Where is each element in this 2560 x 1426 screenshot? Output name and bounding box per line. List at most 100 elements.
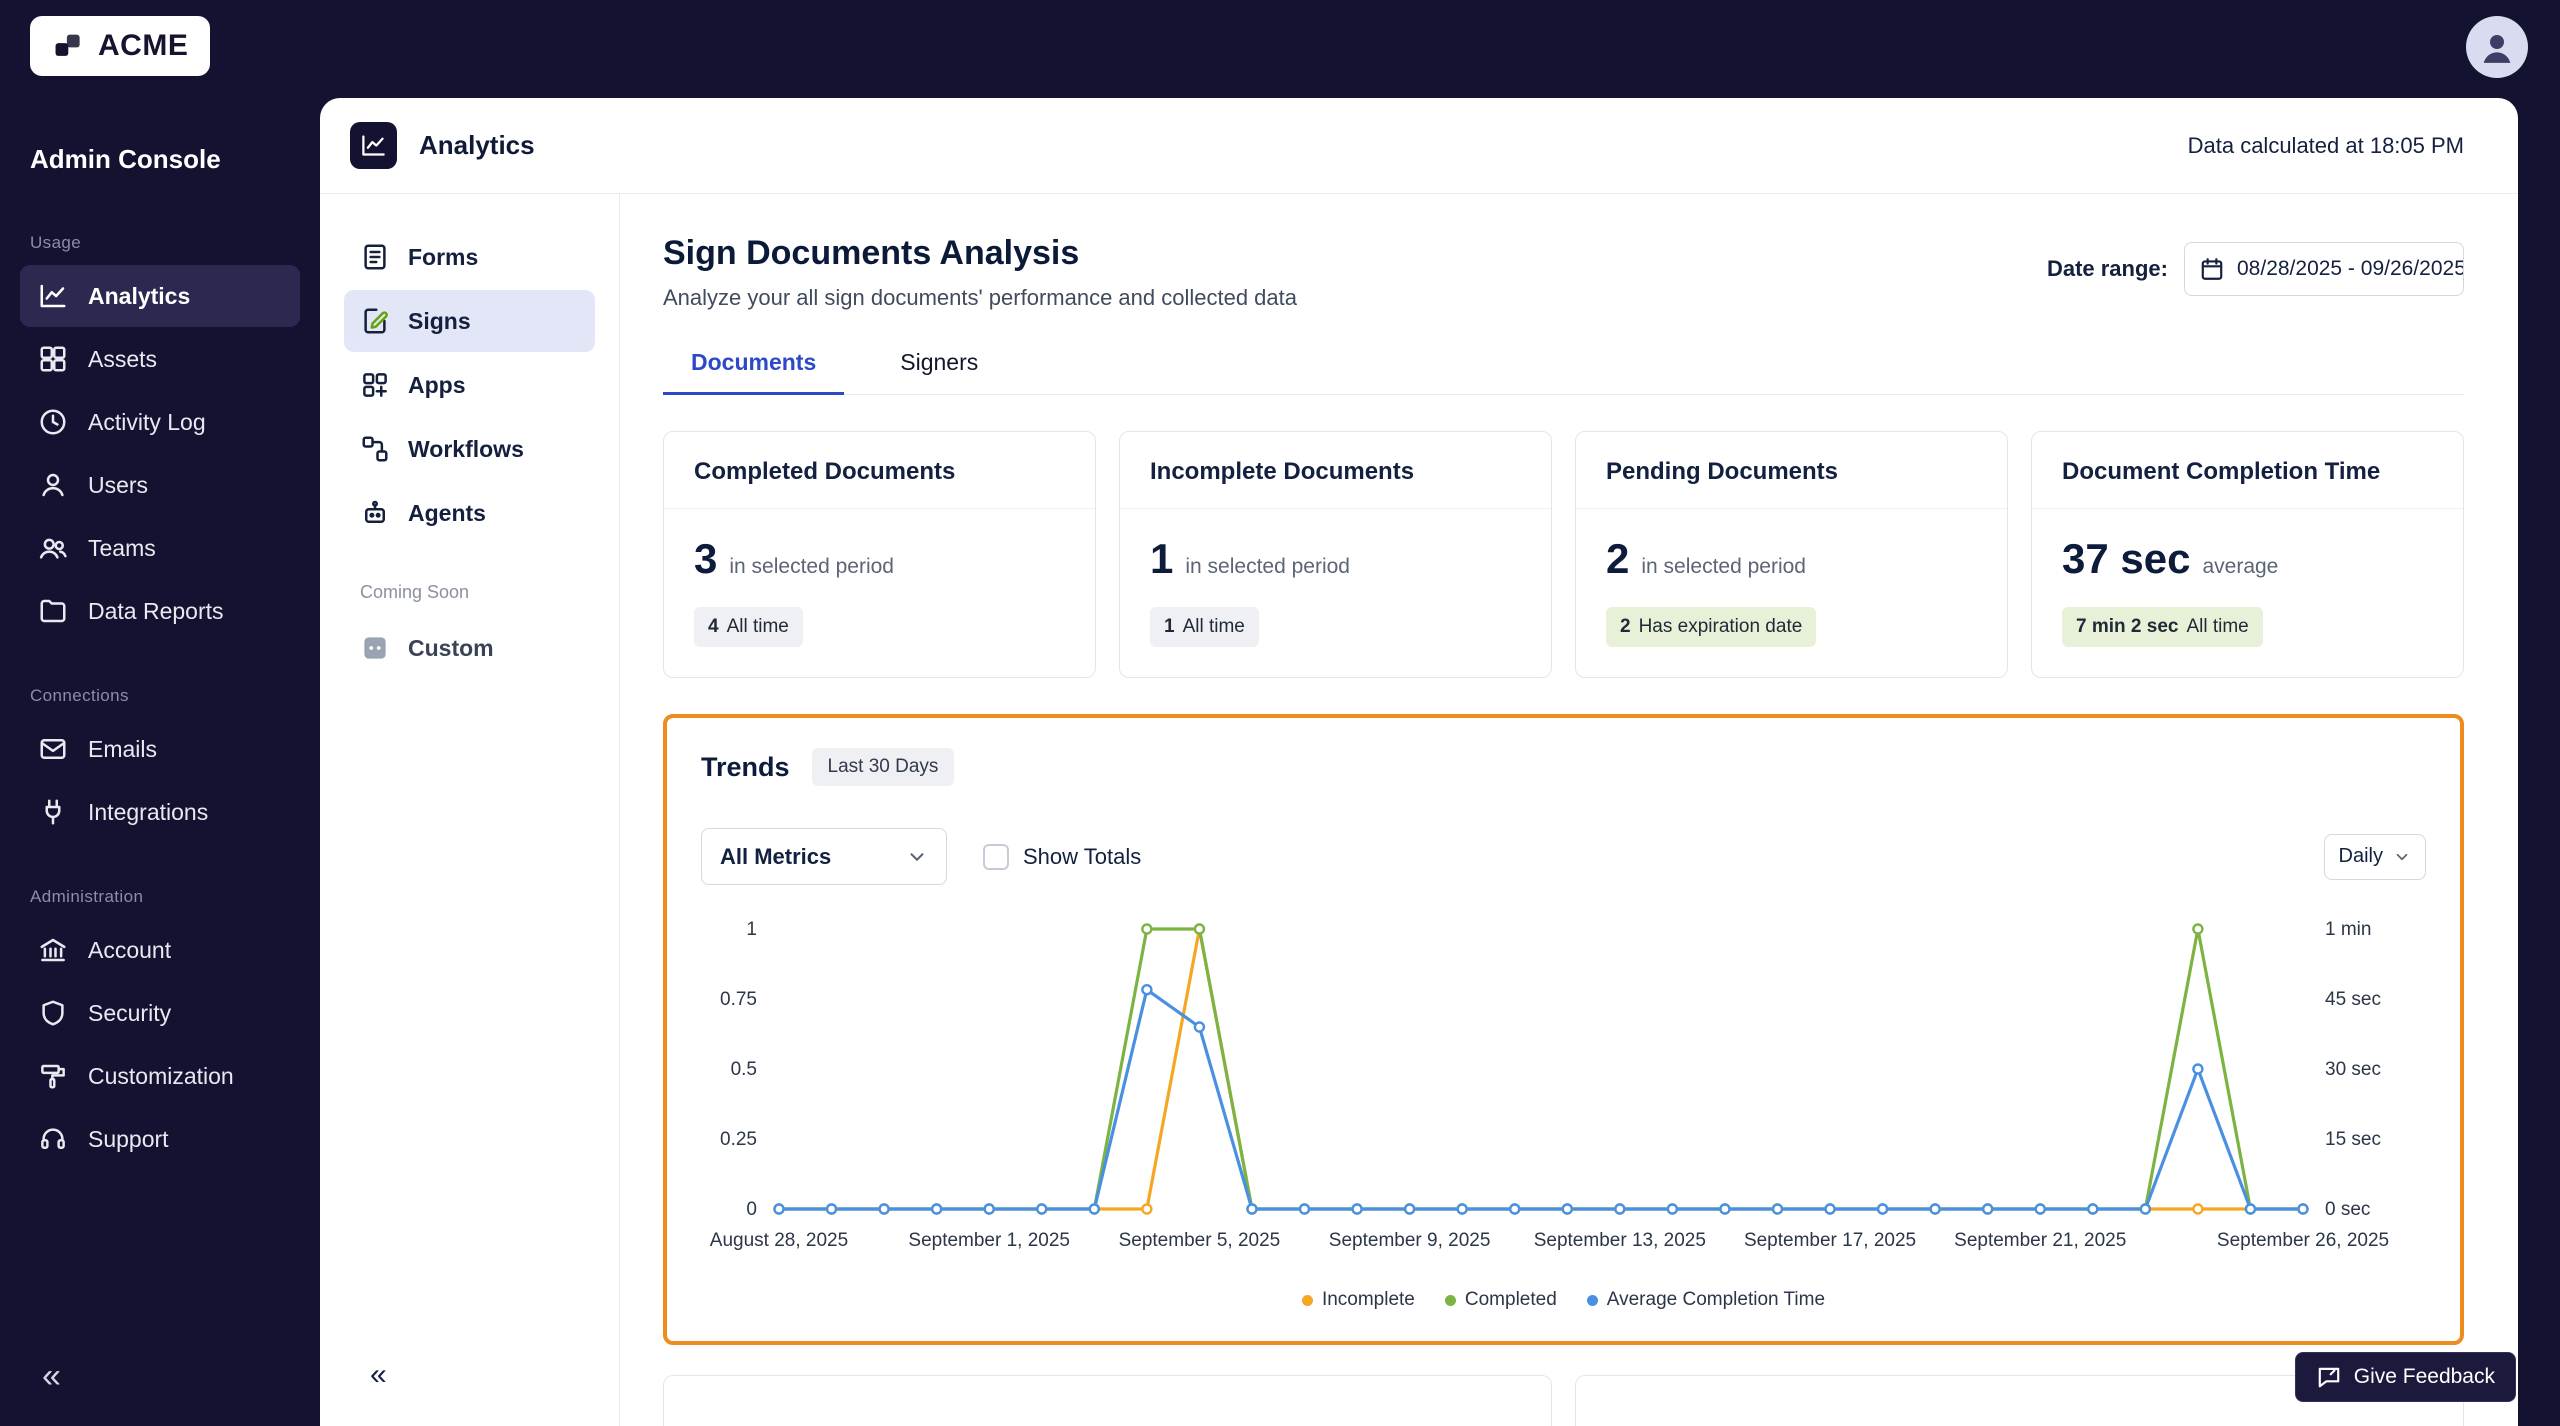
stat-badge: 7 min 2 sec All time [2062, 607, 2263, 647]
sidebar-item-integrations[interactable]: Integrations [20, 781, 300, 843]
legend-item: Completed [1445, 1289, 1557, 1311]
svg-text:1: 1 [746, 919, 757, 940]
subnav-item-custom[interactable]: Custom [344, 617, 595, 679]
stat-card-title: Incomplete Documents [1120, 432, 1551, 509]
sidebar-item-label: Users [88, 472, 148, 499]
subnav-collapse-button[interactable]: « [370, 1358, 387, 1392]
tab-signers[interactable]: Signers [872, 349, 1006, 395]
main-panel: Analytics Data calculated at 18:05 PM Fo… [320, 98, 2518, 1426]
customization-icon [38, 1061, 68, 1091]
stat-card-body: 2 in selected period 2 Has expiration da… [1576, 509, 2007, 677]
title-block: Sign Documents Analysis Analyze your all… [663, 234, 1297, 311]
svg-text:September 17, 2025: September 17, 2025 [1744, 1230, 1916, 1251]
stat-card-completion-time: Document Completion Time 37 sec average … [2031, 431, 2464, 678]
sidebar-item-users[interactable]: Users [20, 454, 300, 516]
sidebar: Admin Console Usage Analytics Assets Act… [0, 100, 320, 1426]
legend-dot [1302, 1295, 1313, 1306]
account-icon [38, 935, 68, 965]
sidebar-item-emails[interactable]: Emails [20, 718, 300, 780]
stat-cards-row: Completed Documents 3 in selected period… [663, 431, 2464, 678]
sidebar-item-label: Integrations [88, 799, 208, 826]
sidebar-item-label: Emails [88, 736, 157, 763]
sidebar-item-data-reports[interactable]: Data Reports [20, 580, 300, 642]
feedback-chat-icon [2316, 1364, 2342, 1390]
sidebar-item-account[interactable]: Account [20, 919, 300, 981]
chevron-down-icon [2393, 848, 2411, 866]
interval-dropdown-value: Daily [2339, 845, 2383, 868]
svg-text:0.25: 0.25 [720, 1129, 757, 1150]
sidebar-item-support[interactable]: Support [20, 1108, 300, 1170]
stat-value: 37 sec [2062, 535, 2190, 583]
svg-text:September 9, 2025: September 9, 2025 [1329, 1230, 1491, 1251]
panel-header: Analytics Data calculated at 18:05 PM [320, 98, 2518, 194]
stat-caption: average [2202, 555, 2278, 579]
sidebar-collapse-button[interactable]: « [42, 1357, 61, 1396]
date-range-label: Date range: [2047, 256, 2168, 282]
stat-card-completed-documents: Completed Documents 3 in selected period… [663, 431, 1096, 678]
content-area: Sign Documents Analysis Analyze your all… [620, 194, 2518, 1426]
subnav-item-apps[interactable]: Apps [344, 354, 595, 416]
svg-text:September 5, 2025: September 5, 2025 [1119, 1230, 1281, 1251]
sidebar-item-label: Account [88, 937, 171, 964]
panel-title: Analytics [419, 130, 535, 161]
person-icon [2477, 27, 2517, 67]
legend-item: Average Completion Time [1587, 1289, 1825, 1311]
sidebar-item-label: Analytics [88, 283, 190, 310]
date-range-picker[interactable]: 08/28/2025 - 09/26/2025 [2184, 242, 2464, 296]
metrics-dropdown-value: All Metrics [720, 844, 831, 870]
svg-text:September 1, 2025: September 1, 2025 [908, 1230, 1070, 1251]
chevron-down-icon [906, 846, 928, 868]
sidebar-item-label: Data Reports [88, 598, 224, 625]
trends-card-highlighted: Trends Last 30 Days All Metrics Show Tot… [663, 714, 2464, 1345]
legend-item: Incomplete [1302, 1289, 1415, 1311]
analytics-icon [38, 281, 68, 311]
sidebar-title: Admin Console [30, 144, 290, 175]
brand-text: ACME [98, 29, 188, 63]
bottom-cards-row [663, 1375, 2464, 1426]
stat-value: 3 [694, 535, 717, 583]
sidebar-item-label: Teams [88, 535, 156, 562]
show-totals-checkbox[interactable] [983, 844, 1009, 870]
user-avatar[interactable] [2466, 16, 2528, 78]
sidebar-item-activity-log[interactable]: Activity Log [20, 391, 300, 453]
stat-value: 1 [1150, 535, 1173, 583]
metrics-dropdown[interactable]: All Metrics [701, 828, 947, 885]
support-icon [38, 1124, 68, 1154]
brand-logo[interactable]: ACME [30, 16, 210, 76]
sidebar-item-assets[interactable]: Assets [20, 328, 300, 390]
sidebar-item-label: Support [88, 1126, 169, 1153]
subnav-item-agents[interactable]: Agents [344, 482, 595, 544]
svg-text:30 sec: 30 sec [2325, 1059, 2381, 1080]
subnav-item-workflows[interactable]: Workflows [344, 418, 595, 480]
apps-icon [360, 370, 390, 400]
trends-period-badge: Last 30 Days [812, 748, 955, 786]
tab-documents[interactable]: Documents [663, 349, 844, 395]
subnav-item-signs[interactable]: Signs [344, 290, 595, 352]
subnav-item-forms[interactable]: Forms [344, 226, 595, 288]
legend-label: Average Completion Time [1607, 1289, 1825, 1311]
integrations-icon [38, 797, 68, 827]
sidebar-item-customization[interactable]: Customization [20, 1045, 300, 1107]
stat-card-incomplete-documents: Incomplete Documents 1 in selected perio… [1119, 431, 1552, 678]
title-row: Sign Documents Analysis Analyze your all… [663, 234, 2464, 311]
subnav-item-label: Custom [408, 635, 494, 662]
subnav-item-label: Agents [408, 500, 486, 527]
show-totals-control[interactable]: Show Totals [983, 844, 1141, 870]
agents-icon [360, 498, 390, 528]
interval-dropdown[interactable]: Daily [2324, 834, 2426, 880]
teams-icon [38, 533, 68, 563]
bottom-card-left [663, 1375, 1552, 1426]
legend-dot [1445, 1295, 1456, 1306]
signs-icon [360, 306, 390, 336]
trends-title: Trends [701, 752, 790, 783]
give-feedback-button[interactable]: Give Feedback [2295, 1352, 2516, 1402]
sidebar-item-teams[interactable]: Teams [20, 517, 300, 579]
svg-text:0: 0 [746, 1199, 757, 1220]
svg-text:September 13, 2025: September 13, 2025 [1534, 1230, 1706, 1251]
sidebar-item-security[interactable]: Security [20, 982, 300, 1044]
security-icon [38, 998, 68, 1028]
sidebar-item-analytics[interactable]: Analytics [20, 265, 300, 327]
legend-label: Completed [1465, 1289, 1557, 1311]
coming-soon-label: Coming Soon [360, 582, 579, 603]
stat-card-body: 1 in selected period 1 All time [1120, 509, 1551, 677]
